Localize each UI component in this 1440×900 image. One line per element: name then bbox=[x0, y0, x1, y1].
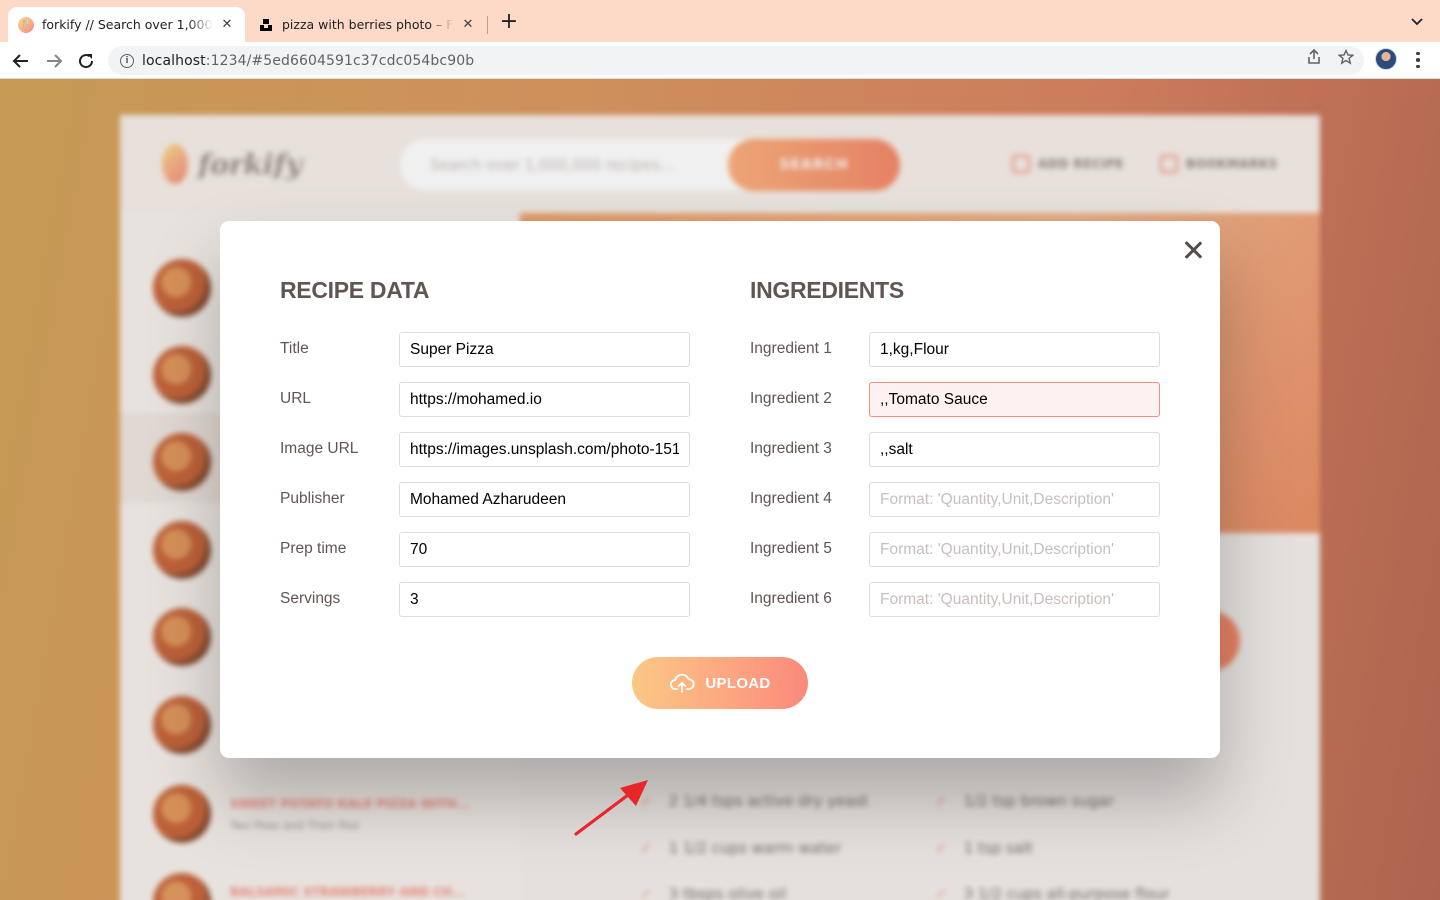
cloud-upload-icon bbox=[670, 673, 695, 693]
upload-button[interactable]: UPLOAD bbox=[632, 657, 808, 709]
tab-unsplash[interactable]: pizza with berries photo – Free Pizza Im… bbox=[248, 7, 486, 42]
ingredient-3-label: Ingredient 3 bbox=[750, 440, 832, 457]
tab-forkify[interactable]: 🍴 forkify // Search over 1,000,000 recip… bbox=[8, 7, 245, 42]
ingredient-2-input[interactable] bbox=[869, 382, 1160, 417]
browser-tab-strip: 🍴 forkify // Search over 1,000,000 recip… bbox=[0, 0, 1440, 42]
new-tab-button[interactable]: + bbox=[498, 11, 520, 34]
forward-arrow-icon[interactable] bbox=[42, 49, 66, 73]
bookmark-star-icon[interactable] bbox=[1337, 48, 1355, 66]
ingredient-5-label: Ingredient 5 bbox=[750, 540, 832, 557]
title-label: Title bbox=[280, 340, 309, 357]
add-recipe-modal: RECIPE DATA INGREDIENTS Title URL Image … bbox=[220, 221, 1220, 758]
url-text: localhost:1234/#5ed6604591c37cdc054bc90b bbox=[142, 52, 475, 69]
ingredient-6-input[interactable] bbox=[869, 582, 1160, 617]
ingredient-4-label: Ingredient 4 bbox=[750, 490, 832, 507]
tab-title: pizza with berries photo – Free Pizza Im… bbox=[282, 17, 454, 32]
servings-label: Servings bbox=[280, 590, 341, 607]
share-icon[interactable] bbox=[1305, 48, 1323, 66]
prep-time-label: Prep time bbox=[280, 540, 347, 557]
ingredient-6-label: Ingredient 6 bbox=[750, 590, 832, 607]
ingredient-3-input[interactable] bbox=[869, 432, 1160, 467]
close-icon[interactable] bbox=[1182, 239, 1204, 261]
site-info-icon[interactable]: i bbox=[120, 53, 134, 68]
browser-menu-icon[interactable] bbox=[1409, 49, 1427, 71]
publisher-label: Publisher bbox=[280, 490, 345, 507]
back-arrow-icon[interactable] bbox=[9, 49, 33, 73]
tab-search-chevron-icon[interactable] bbox=[1406, 14, 1428, 36]
profile-avatar[interactable] bbox=[1375, 48, 1397, 70]
upload-label: UPLOAD bbox=[705, 674, 771, 692]
ingredient-5-input[interactable] bbox=[869, 532, 1160, 567]
title-input[interactable] bbox=[399, 332, 690, 367]
publisher-input[interactable] bbox=[399, 482, 690, 517]
unsplash-favicon-icon bbox=[258, 17, 274, 33]
image-url-input[interactable] bbox=[399, 432, 690, 467]
annotation-arrow-icon bbox=[574, 780, 648, 836]
tab-close-icon[interactable]: ✕ bbox=[460, 17, 476, 33]
url-input[interactable] bbox=[399, 382, 690, 417]
page-viewport: forkify Search over 1,000,000 recipes...… bbox=[0, 79, 1440, 900]
browser-toolbar: i localhost:1234/#5ed6604591c37cdc054bc9… bbox=[0, 42, 1440, 79]
ingredient-4-input[interactable] bbox=[869, 482, 1160, 517]
reload-icon[interactable] bbox=[74, 49, 98, 73]
address-bar[interactable]: i localhost:1234/#5ed6604591c37cdc054bc9… bbox=[108, 46, 1364, 75]
image-url-label: Image URL bbox=[280, 440, 359, 457]
url-label: URL bbox=[280, 390, 312, 407]
tab-close-icon[interactable]: ✕ bbox=[219, 17, 235, 33]
forkify-favicon-icon: 🍴 bbox=[18, 16, 34, 33]
servings-input[interactable] bbox=[399, 582, 690, 617]
ingredient-1-input[interactable] bbox=[869, 332, 1160, 367]
recipe-data-heading: RECIPE DATA bbox=[280, 277, 430, 303]
tab-divider bbox=[487, 16, 488, 34]
ingredient-1-label: Ingredient 1 bbox=[750, 340, 832, 357]
prep-time-input[interactable] bbox=[399, 532, 690, 567]
ingredient-2-label: Ingredient 2 bbox=[750, 390, 832, 407]
ingredients-heading: INGREDIENTS bbox=[750, 277, 904, 303]
tab-title: forkify // Search over 1,000,000 recipes bbox=[42, 17, 213, 32]
